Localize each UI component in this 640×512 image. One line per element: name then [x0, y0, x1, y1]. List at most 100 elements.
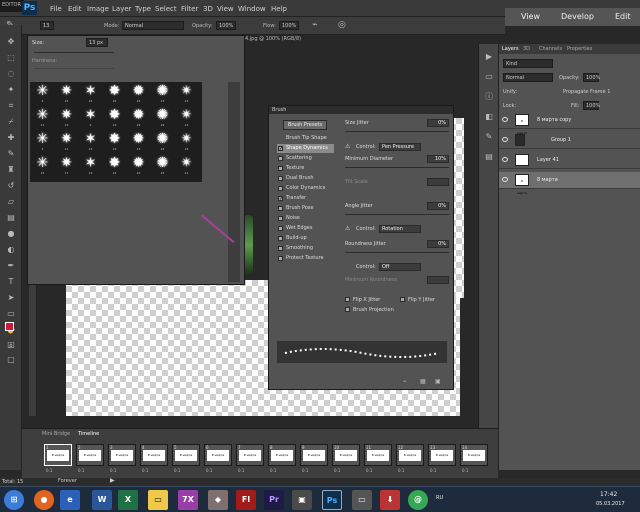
- clone-stamp-icon[interactable]: ♜: [6, 165, 16, 175]
- frame-delay[interactable]: 0.1: [110, 468, 116, 473]
- brush-option-6[interactable]: ✓ Transfer: [277, 194, 334, 203]
- premiere-icon[interactable]: Pr: [264, 490, 284, 510]
- airbrush-icon[interactable]: ⌁: [312, 20, 317, 30]
- history-icon[interactable]: ▭: [484, 72, 494, 82]
- frame-delay[interactable]: 0.1: [430, 468, 436, 473]
- brush-option-7[interactable]: Brush Pose: [277, 204, 334, 213]
- angle-jitter-field[interactable]: 0%: [427, 202, 449, 210]
- menu-edit[interactable]: Edit: [68, 5, 82, 13]
- animation-frame[interactable]: 28 марта: [76, 444, 104, 466]
- history-brush-icon[interactable]: ↺: [6, 181, 16, 191]
- brush-option-5[interactable]: Color Dynamics: [277, 184, 334, 193]
- healing-brush-icon[interactable]: ✚: [6, 133, 16, 143]
- layer-row[interactable]: Group 1: [499, 132, 640, 149]
- blur-tool-icon[interactable]: ●: [6, 229, 16, 239]
- brush-option-checkbox[interactable]: ✓: [278, 146, 283, 152]
- brush-preset-star-icon[interactable]: ✳: [35, 132, 50, 147]
- frame-delay[interactable]: 0.1: [174, 468, 180, 473]
- min-roundness-field[interactable]: [427, 276, 449, 284]
- workspace-edit[interactable]: Edit: [615, 12, 631, 21]
- taskbar-photoshop-icon[interactable]: Ps: [322, 490, 342, 510]
- brush-option-checkbox[interactable]: ✓: [278, 196, 283, 202]
- brush-preset-star-icon[interactable]: ✶: [83, 108, 98, 123]
- tilt-scale-field[interactable]: [427, 178, 449, 186]
- tab-layers[interactable]: Layers: [502, 46, 519, 52]
- brush-preset-star-icon[interactable]: ✶: [83, 132, 98, 147]
- word-icon[interactable]: W: [92, 490, 112, 510]
- animation-frame[interactable]: 12 8 марта: [396, 444, 424, 466]
- pen-tool-icon[interactable]: ✒: [6, 261, 16, 271]
- brush-preset-star-icon[interactable]: ✶: [83, 156, 98, 171]
- picker-size-field[interactable]: 13 px: [86, 38, 108, 47]
- brush-option-9[interactable]: Wet Edges: [277, 224, 334, 233]
- roundness-control-select[interactable]: Off: [379, 263, 421, 271]
- brush-option-checkbox[interactable]: [278, 226, 283, 231]
- brush-option-3[interactable]: Texture: [277, 164, 334, 173]
- animation-frame[interactable]: 48 марта: [140, 444, 168, 466]
- brush-preset-star-icon[interactable]: ✳: [35, 108, 50, 123]
- brush-option-checkbox[interactable]: [278, 246, 283, 251]
- crop-tool-icon[interactable]: ⌗: [6, 101, 16, 111]
- app-icon[interactable]: ◆: [208, 490, 228, 510]
- brush-option-4[interactable]: Dual Brush: [277, 174, 334, 183]
- brush-option-checkbox[interactable]: [278, 256, 283, 261]
- brush-preset-star-icon[interactable]: ✸: [107, 84, 122, 99]
- brush-tool-selected-icon[interactable]: ✎: [6, 149, 16, 159]
- brush-option-11[interactable]: Smoothing: [277, 244, 334, 253]
- play-animation-icon[interactable]: ▶: [110, 477, 115, 484]
- menu-filter[interactable]: Filter: [181, 5, 198, 13]
- brush-preset-star-icon[interactable]: ✳: [35, 84, 50, 99]
- frame-delay[interactable]: 0.1: [302, 468, 308, 473]
- brush-preset-star-icon[interactable]: ✸: [107, 132, 122, 147]
- brush-preset-star-icon[interactable]: ✴: [179, 156, 194, 171]
- brush-preset-star-icon[interactable]: ✷: [59, 84, 74, 99]
- roundness-jitter-slider[interactable]: [345, 252, 449, 253]
- gradient-icon[interactable]: ▤: [6, 213, 16, 223]
- visibility-eye-icon[interactable]: [502, 157, 508, 162]
- adjustments-icon[interactable]: ◧: [484, 112, 494, 122]
- frame-delay[interactable]: 0.1: [78, 468, 84, 473]
- move-tool-icon[interactable]: ✥: [6, 37, 16, 47]
- app-7x-icon[interactable]: 7X: [178, 490, 198, 510]
- loop-select[interactable]: Forever: [58, 478, 77, 484]
- brush-option-checkbox[interactable]: [278, 206, 283, 211]
- projection-checkbox[interactable]: [345, 307, 350, 312]
- brush-option-checkbox[interactable]: [278, 176, 283, 181]
- min-diameter-field[interactable]: 10%: [427, 155, 449, 163]
- roundness-jitter-field[interactable]: 0%: [427, 240, 449, 248]
- info-icon[interactable]: ⓘ: [484, 92, 494, 102]
- brush-option-checkbox[interactable]: [278, 156, 283, 161]
- language-indicator[interactable]: RU: [436, 495, 443, 501]
- menu-type[interactable]: Type: [135, 5, 151, 13]
- layer-row[interactable]: 8 марта 8 марта: [499, 172, 640, 195]
- brush-option-2[interactable]: Scattering: [277, 154, 334, 163]
- brush-preset-star-icon[interactable]: ✷: [59, 108, 74, 123]
- fill-field[interactable]: 100%: [583, 101, 600, 110]
- firefox-icon[interactable]: ●: [34, 490, 54, 510]
- explorer-icon[interactable]: ▭: [148, 490, 168, 510]
- dodge-tool-icon[interactable]: ◐: [6, 245, 16, 255]
- window-tab[interactable]: EDITOR: [0, 0, 24, 12]
- brush-option-checkbox[interactable]: [278, 216, 283, 221]
- brush-option-10[interactable]: Build-up: [277, 234, 334, 243]
- clock-time[interactable]: 17:42: [600, 491, 617, 498]
- path-select-icon[interactable]: ➤: [6, 293, 16, 303]
- menu-3d[interactable]: 3D: [203, 5, 213, 13]
- animation-frame[interactable]: 68 марта: [204, 444, 232, 466]
- animation-frame[interactable]: 14 8 марта: [460, 444, 488, 466]
- brush-presets-button[interactable]: Brush Presets: [283, 120, 327, 130]
- layer-row[interactable]: 8 марта 8 марта copy: [499, 112, 640, 135]
- frame-delay[interactable]: 0.1: [462, 468, 468, 473]
- brush-size-field[interactable]: 13: [40, 21, 54, 30]
- angle-jitter-slider[interactable]: [345, 214, 449, 215]
- new-preset-icon[interactable]: ▣: [435, 378, 441, 385]
- brush-preset-star-icon[interactable]: ✴: [179, 108, 194, 123]
- frame-delay[interactable]: 0.1: [206, 468, 212, 473]
- menu-layer[interactable]: Layer: [112, 5, 132, 13]
- brush-option-8[interactable]: Noise: [277, 214, 334, 223]
- eyedropper-icon[interactable]: ⌿: [6, 117, 16, 127]
- clock-date[interactable]: 05.03.2017: [596, 501, 625, 507]
- flow-field[interactable]: 100%: [279, 21, 299, 30]
- shape-tool-icon[interactable]: ▭: [6, 309, 16, 319]
- brush-panel-icon[interactable]: ✎: [484, 132, 494, 142]
